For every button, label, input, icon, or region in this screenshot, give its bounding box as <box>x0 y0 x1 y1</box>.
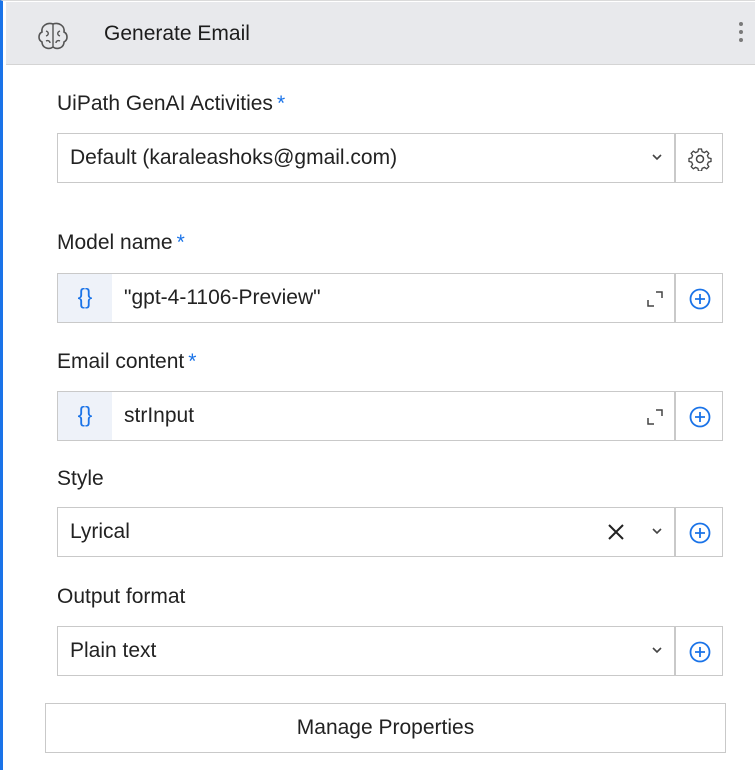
output-format-value: Plain text <box>70 639 157 662</box>
activity-header[interactable]: Generate Email <box>6 2 755 65</box>
gear-icon <box>688 148 712 171</box>
email-content-input[interactable]: {} strInput <box>57 391 675 441</box>
style-label: Style <box>57 467 104 491</box>
brain-icon <box>38 22 68 50</box>
plus-circle-icon <box>689 288 711 310</box>
model-name-add-button[interactable] <box>675 273 723 323</box>
chevron-down-icon[interactable] <box>650 150 664 164</box>
model-name-value: "gpt-4-1106-Preview" <box>124 286 321 309</box>
chevron-down-icon[interactable] <box>650 643 664 657</box>
required-mark: * <box>188 350 197 373</box>
connection-value: Default (karaleashoks@gmail.com) <box>70 146 398 169</box>
model-name-label-text: Model name <box>57 231 173 254</box>
chevron-down-icon[interactable] <box>650 524 664 538</box>
activity-title: Generate Email <box>104 22 250 45</box>
connection-dropdown[interactable]: Default (karaleashoks@gmail.com) <box>57 133 675 183</box>
plus-circle-icon <box>689 522 711 544</box>
connection-label: UiPath GenAI Activities * <box>57 92 285 116</box>
manage-properties-button[interactable]: Manage Properties <box>45 703 726 753</box>
style-value: Lyrical <box>70 520 130 543</box>
style-dropdown[interactable]: Lyrical <box>57 507 675 557</box>
style-label-text: Style <box>57 467 104 490</box>
output-format-dropdown[interactable]: Plain text <box>57 626 675 676</box>
connection-label-text: UiPath GenAI Activities <box>57 92 273 115</box>
model-name-label: Model name * <box>57 231 185 255</box>
output-format-label-text: Output format <box>57 585 186 608</box>
expand-editor-icon[interactable] <box>646 408 664 426</box>
expression-braces-icon[interactable]: {} <box>58 274 112 322</box>
expression-braces-icon[interactable]: {} <box>58 392 112 440</box>
email-content-add-button[interactable] <box>675 391 723 441</box>
model-name-input[interactable]: {} "gpt-4-1106-Preview" <box>57 273 675 323</box>
expand-editor-icon[interactable] <box>646 290 664 308</box>
activity-panel: Generate Email UiPath GenAI Activities * … <box>0 0 755 770</box>
plus-circle-icon <box>689 641 711 663</box>
email-content-label-text: Email content <box>57 350 185 373</box>
connection-settings-button[interactable] <box>675 133 723 183</box>
required-mark: * <box>176 231 185 254</box>
style-add-button[interactable] <box>675 507 723 557</box>
clear-x-icon[interactable] <box>606 522 626 542</box>
plus-circle-icon <box>689 406 711 428</box>
kebab-menu-icon[interactable] <box>732 18 750 58</box>
output-format-label: Output format <box>57 585 185 609</box>
required-mark: * <box>276 92 286 115</box>
email-content-label: Email content * <box>57 350 196 374</box>
output-format-add-button[interactable] <box>675 626 723 676</box>
email-content-value: strInput <box>124 404 195 427</box>
